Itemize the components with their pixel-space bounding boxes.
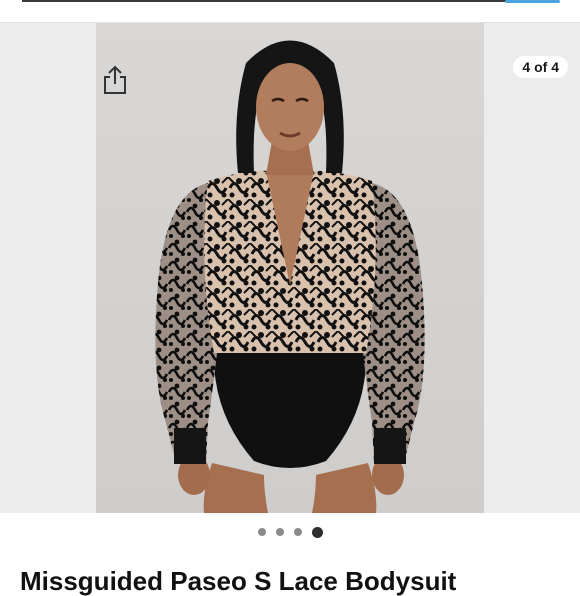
bodysuit-model-illustration	[155, 40, 425, 513]
pagination-dot-2[interactable]	[275, 528, 284, 536]
product-title: Missguided Paseo S Lace Bodysuit	[20, 566, 457, 596]
image-carousel[interactable]: 4 of 4	[0, 22, 580, 513]
pagination-dot-4[interactable]	[311, 526, 323, 538]
share-icon	[104, 65, 126, 94]
pagination-dot-3[interactable]	[293, 528, 302, 536]
top-accent-bar	[505, 0, 560, 3]
share-button[interactable]	[100, 63, 130, 97]
image-counter-badge: 4 of 4	[513, 56, 568, 78]
top-divider	[22, 0, 558, 2]
carousel-pagination	[0, 524, 580, 540]
product-photo[interactable]	[96, 23, 484, 513]
pagination-dot-1[interactable]	[257, 528, 266, 536]
